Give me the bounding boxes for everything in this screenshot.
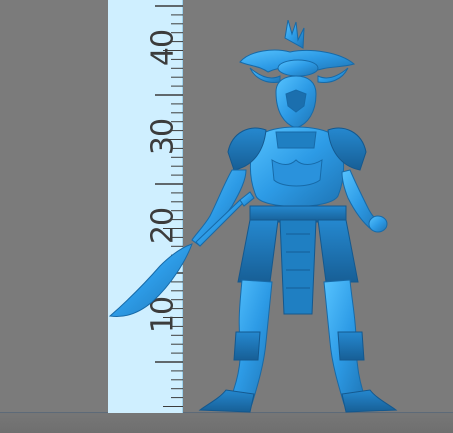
mask-head	[275, 75, 317, 129]
headdress	[239, 20, 356, 83]
warrior-miniature-figure-icon	[108, 20, 398, 413]
viewport: 40 30 20 10	[0, 0, 453, 433]
boots	[198, 331, 398, 413]
spear	[108, 191, 255, 317]
